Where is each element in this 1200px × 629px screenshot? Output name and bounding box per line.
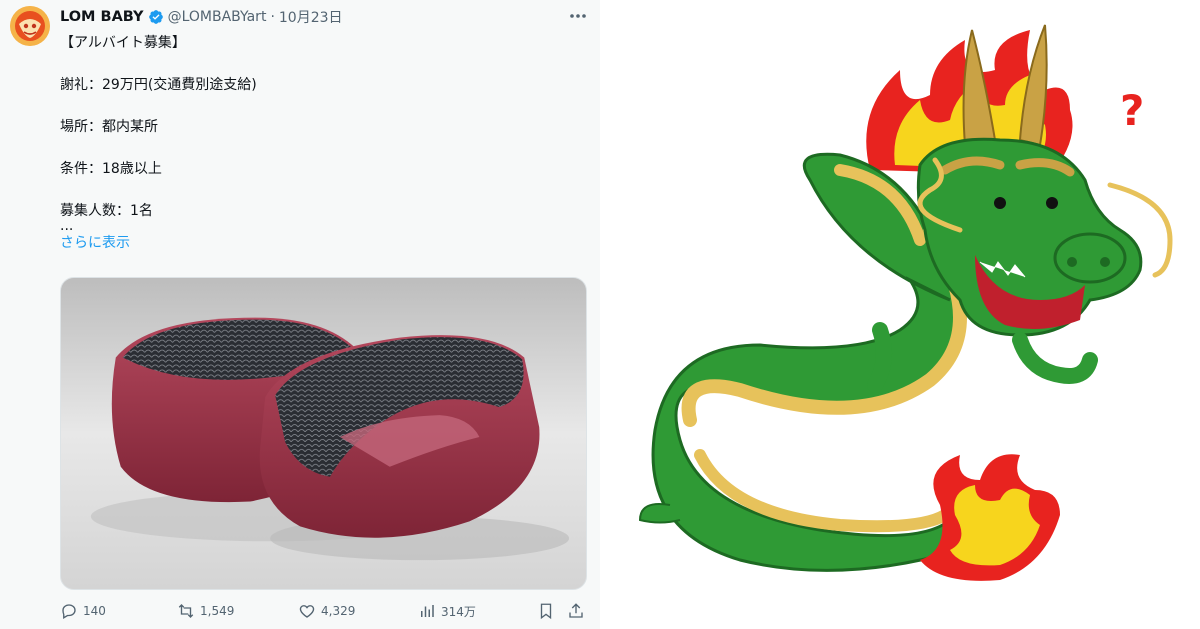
tweet-line: 条件：18歳以上 (60, 161, 162, 177)
author-name[interactable]: LOM BABY (60, 9, 144, 25)
views-button[interactable]: 314万 (418, 602, 476, 620)
retweet-count: 1,549 (200, 604, 235, 618)
views-count: 314万 (441, 604, 476, 619)
like-button[interactable]: 4,329 (298, 602, 355, 620)
heart-icon (299, 605, 315, 618)
share-icon (569, 603, 583, 618)
bookmark-icon (540, 603, 552, 620)
avatar[interactable] (10, 6, 50, 46)
tweet-text: 【アルバイト募集】 謝礼：29万円(交通費別途支給) 場所：都内某所 条件：18… (60, 34, 580, 253)
tweet-actions: 140 1,549 4,329 314万 (60, 602, 590, 626)
question-mark: ? (1120, 86, 1144, 135)
verified-badge-icon (148, 9, 164, 25)
retweet-button[interactable]: 1,549 (177, 602, 234, 620)
tweet-line: 場所：都内某所 (60, 119, 158, 135)
views-chart-icon (421, 605, 434, 617)
separator-dot: · (270, 9, 275, 25)
tweet-media-photo[interactable] (60, 277, 587, 590)
tweet-line: ... (60, 218, 74, 234)
tweet-date[interactable]: 10月23日 (279, 7, 343, 27)
share-button[interactable] (567, 602, 590, 620)
bookmark-button[interactable] (537, 602, 560, 620)
tweet-card[interactable]: LOM BABY @LOMBABYart · 10月23日 【アルバイト募集】 … (0, 0, 600, 629)
lom-baby-avatar (10, 6, 50, 46)
retweet-icon (178, 604, 194, 618)
more-options-icon[interactable] (566, 6, 590, 26)
author-handle[interactable]: @LOMBABYart (168, 9, 267, 25)
tweet-line: 【アルバイト募集】 (60, 35, 186, 51)
dragon-image: ? (638, 24, 1173, 581)
reply-count: 140 (83, 604, 106, 618)
like-count: 4,329 (321, 604, 356, 618)
dragon-illustration: ? (600, 0, 1200, 629)
reply-icon (62, 604, 76, 619)
tweet-line: 募集人数：1名 (60, 203, 153, 219)
show-more-link[interactable]: さらに表示 (60, 234, 580, 253)
tuna-photo (61, 278, 586, 589)
reply-button[interactable]: 140 (60, 602, 106, 620)
tweet-header: LOM BABY @LOMBABYart · 10月23日 (60, 7, 343, 27)
tweet-line: 謝礼：29万円(交通費別途支給) (60, 77, 257, 93)
